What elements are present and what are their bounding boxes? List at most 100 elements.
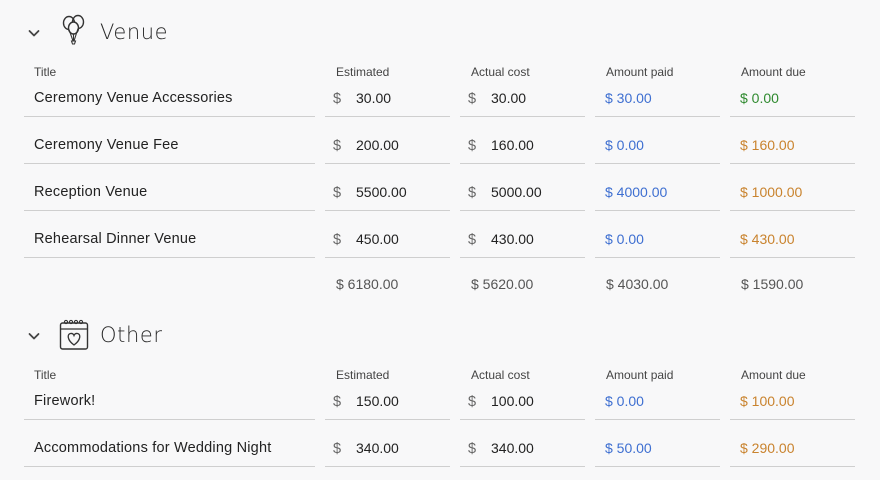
table-row: Rehearsal Dinner Venue $450.00 $430.00 $… [0,222,880,258]
item-title-field[interactable]: Reception Venue [24,175,315,211]
currency-symbol: $ [468,91,477,107]
actual-value: 430.00 [491,231,534,247]
estimated-value: 30.00 [356,90,392,106]
amount-due-cell: $ 160.00 [730,128,855,164]
item-title-field[interactable]: Firework! [24,384,315,420]
amount-paid-value: $ 4000.00 [605,184,668,200]
table-row: Reception Venue $5500.00 $5000.00 $ 4000… [0,175,880,211]
amount-due-value: $ 0.00 [740,90,779,106]
amount-due-cell: $ 100.00 [730,384,855,420]
item-title-field[interactable]: Ceremony Venue Fee [24,128,315,164]
item-title: Reception Venue [34,184,148,200]
amount-paid-field[interactable]: $ 4000.00 [595,175,720,211]
currency-symbol: $ [333,441,342,457]
estimated-field[interactable]: $200.00 [325,128,450,164]
currency-symbol: $ [333,138,342,154]
amount-due-value: $ 290.00 [740,440,795,456]
actual-value: 160.00 [491,137,534,153]
estimated-field[interactable]: $340.00 [325,431,450,467]
amount-due-value: $ 160.00 [740,137,795,153]
total-paid: $ 4030.00 [606,276,669,292]
section-title: Venue [100,20,169,44]
actual-cost-field[interactable]: $160.00 [460,128,585,164]
amount-paid-field[interactable]: $ 50.00 [595,431,720,467]
currency-symbol: $ [468,394,477,410]
estimated-value: 5500.00 [356,184,407,200]
total-actual: $ 5620.00 [471,276,534,292]
table-row: Ceremony Venue Accessories $30.00 $30.00… [0,81,880,117]
section-header[interactable]: Venue [0,14,400,54]
amount-paid-value: $ 50.00 [605,440,652,456]
amount-due-value: $ 1000.00 [740,184,803,200]
section-title: Other [100,323,163,347]
amount-paid-field[interactable]: $ 30.00 [595,81,720,117]
currency-symbol: $ [468,232,477,248]
estimated-value: 450.00 [356,231,399,247]
table-row: Ceremony Venue Fee $200.00 $160.00 $ 0.0… [0,128,880,164]
item-title-field[interactable]: Rehearsal Dinner Venue [24,222,315,258]
item-title: Accommodations for Wedding Night [34,440,272,456]
item-title-field[interactable]: Ceremony Venue Accessories [24,81,315,117]
amount-due-value: $ 430.00 [740,231,795,247]
actual-value: 30.00 [491,90,527,106]
currency-symbol: $ [333,91,342,107]
column-header-actual: Actual cost [471,368,530,382]
chevron-down-icon[interactable] [27,26,41,40]
currency-symbol: $ [468,441,477,457]
amount-due-cell: $ 0.00 [730,81,855,117]
amount-paid-value: $ 0.00 [605,137,644,153]
amount-paid-field[interactable]: $ 0.00 [595,384,720,420]
section-header[interactable]: Other [0,317,400,357]
item-title: Ceremony Venue Accessories [34,90,233,106]
column-header-title: Title [34,65,57,79]
table-row: Firework! $150.00 $100.00 $ 0.00 $ 100.0… [0,384,880,420]
item-title: Firework! [34,393,96,409]
estimated-value: 200.00 [356,137,399,153]
column-header-actual: Actual cost [471,65,530,79]
item-title: Ceremony Venue Fee [34,137,179,153]
currency-symbol: $ [333,394,342,410]
actual-value: 340.00 [491,440,534,456]
item-title-field[interactable]: Accommodations for Wedding Night [24,431,315,467]
balloons-icon [62,14,85,45]
amount-paid-field[interactable]: $ 0.00 [595,222,720,258]
currency-symbol: $ [333,185,342,201]
table-row: Accommodations for Wedding Night $340.00… [0,431,880,467]
totals-row: $ 6180.00 $ 5620.00 $ 4030.00 $ 1590.00 [0,276,880,296]
estimated-value: 150.00 [356,393,399,409]
currency-symbol: $ [468,138,477,154]
amount-due-value: $ 100.00 [740,393,795,409]
amount-due-cell: $ 290.00 [730,431,855,467]
calendar-heart-icon [59,319,89,350]
estimated-field[interactable]: $30.00 [325,81,450,117]
actual-value: 100.00 [491,393,534,409]
column-header-estimated: Estimated [336,65,390,79]
currency-symbol: $ [333,232,342,248]
actual-cost-field[interactable]: $340.00 [460,431,585,467]
column-header-due: Amount due [741,65,806,79]
estimated-field[interactable]: $5500.00 [325,175,450,211]
amount-due-cell: $ 430.00 [730,222,855,258]
total-estimated: $ 6180.00 [336,276,399,292]
amount-paid-field[interactable]: $ 0.00 [595,128,720,164]
amount-paid-value: $ 0.00 [605,393,644,409]
column-header-paid: Amount paid [606,65,674,79]
total-due: $ 1590.00 [741,276,804,292]
estimated-field[interactable]: $150.00 [325,384,450,420]
chevron-down-icon[interactable] [27,329,41,343]
amount-paid-value: $ 30.00 [605,90,652,106]
column-header-paid: Amount paid [606,368,674,382]
actual-cost-field[interactable]: $30.00 [460,81,585,117]
item-title: Rehearsal Dinner Venue [34,231,197,247]
actual-cost-field[interactable]: $430.00 [460,222,585,258]
actual-cost-field[interactable]: $100.00 [460,384,585,420]
actual-cost-field[interactable]: $5000.00 [460,175,585,211]
column-header-estimated: Estimated [336,368,390,382]
column-header-title: Title [34,368,57,382]
column-header-due: Amount due [741,368,806,382]
amount-due-cell: $ 1000.00 [730,175,855,211]
actual-value: 5000.00 [491,184,542,200]
estimated-value: 340.00 [356,440,399,456]
amount-paid-value: $ 0.00 [605,231,644,247]
estimated-field[interactable]: $450.00 [325,222,450,258]
